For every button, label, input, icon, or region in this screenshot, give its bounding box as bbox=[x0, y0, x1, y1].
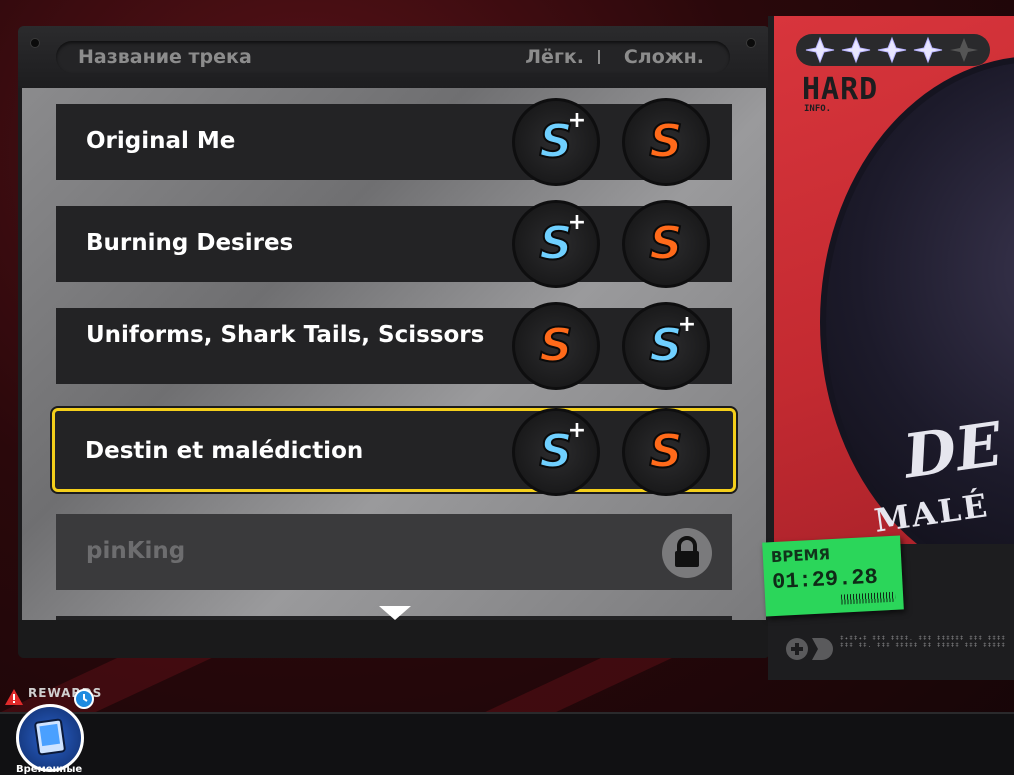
barcode-icon bbox=[840, 591, 896, 605]
timer-icon bbox=[74, 689, 94, 709]
svg-text:S: S bbox=[539, 318, 572, 372]
column-separator bbox=[598, 50, 600, 64]
track-name: Original Me bbox=[86, 128, 236, 154]
time-tag: ВРЕМЯ 01:29.28 bbox=[762, 535, 904, 617]
track-row-pinking[interactable]: pinKing bbox=[56, 514, 732, 590]
track-list-footer bbox=[18, 620, 770, 658]
link-icon bbox=[786, 638, 833, 660]
hard-rank-s-icon: S bbox=[622, 408, 710, 496]
time-value: 01:29.28 bbox=[771, 564, 879, 596]
column-hard[interactable]: Сложн. bbox=[624, 46, 704, 68]
easy-rank-s-icon: S bbox=[512, 302, 600, 390]
track-name: Burning Desires bbox=[86, 230, 294, 256]
track-name: Uniforms, Shark Tails, Scissors bbox=[86, 322, 485, 348]
song-cover-area: DE MALÉ HARD INFO. bbox=[774, 16, 1014, 544]
column-easy[interactable]: Лёгк. bbox=[525, 46, 584, 68]
screw-icon bbox=[30, 38, 40, 48]
track-name: Destin et malédiction bbox=[85, 438, 364, 464]
svg-text:+: + bbox=[678, 312, 696, 337]
svg-text:+: + bbox=[568, 210, 586, 235]
track-row-uniforms-shark-tails-scissors[interactable]: Uniforms, Shark Tails, Scissors S S + bbox=[56, 302, 732, 390]
bottom-bar bbox=[0, 712, 1014, 775]
track-row-destin-et-malediction[interactable]: Destin et malédiction S + S bbox=[52, 408, 736, 496]
track-list[interactable]: Original Me S + S Burning Desires S + S Un… bbox=[22, 88, 766, 620]
easy-rank-s-plus-icon: S + bbox=[512, 408, 600, 496]
difficulty-sub-label: INFO. bbox=[804, 104, 832, 114]
svg-text:+: + bbox=[568, 108, 586, 133]
hard-rank-s-plus-icon: S + bbox=[622, 302, 710, 390]
svg-text:S: S bbox=[649, 424, 682, 478]
difficulty-label: HARD bbox=[802, 72, 879, 107]
rewards-device-icon bbox=[34, 718, 66, 756]
track-list-header: Название трека Лёгк. Сложн. bbox=[18, 26, 770, 88]
lock-icon bbox=[662, 528, 712, 578]
rewards-button[interactable] bbox=[16, 704, 84, 772]
track-row-burning-desires[interactable]: Burning Desires S + S bbox=[56, 200, 732, 288]
column-track-name: Название трека bbox=[78, 46, 252, 68]
screw-icon bbox=[746, 38, 756, 48]
easy-rank-s-plus-icon: S + bbox=[512, 200, 600, 288]
hard-rank-s-icon: S bbox=[622, 200, 710, 288]
difficulty-stars bbox=[796, 34, 990, 66]
hard-rank-s-icon: S bbox=[622, 98, 710, 186]
rewards-label: Временные bbox=[16, 764, 83, 775]
track-row-original-me[interactable]: Original Me S + S bbox=[56, 98, 732, 186]
easy-rank-s-plus-icon: S + bbox=[512, 98, 600, 186]
track-list-panel: Название трека Лёгк. Сложн. Original Me … bbox=[18, 26, 770, 658]
svg-text:+: + bbox=[568, 418, 586, 443]
time-label: ВРЕМЯ bbox=[770, 545, 831, 567]
svg-text:S: S bbox=[649, 114, 682, 168]
cover-title-text: DE bbox=[899, 409, 1007, 493]
card-footer-text: ǂ✦ǂǂ✦ǂ ǂǂǂ ǂǂǂǂ. ǂǂǂ ǂǂǂǂǂǂ ǂǂǂ ǂǂǂǂ ǂǂǂ… bbox=[840, 635, 1007, 649]
track-name: pinKing bbox=[86, 538, 186, 564]
alert-icon bbox=[5, 689, 23, 705]
column-header-bar: Название трека Лёгк. Сложн. bbox=[56, 41, 730, 73]
scroll-down-arrow-icon[interactable] bbox=[379, 606, 411, 620]
svg-text:S: S bbox=[649, 216, 682, 270]
